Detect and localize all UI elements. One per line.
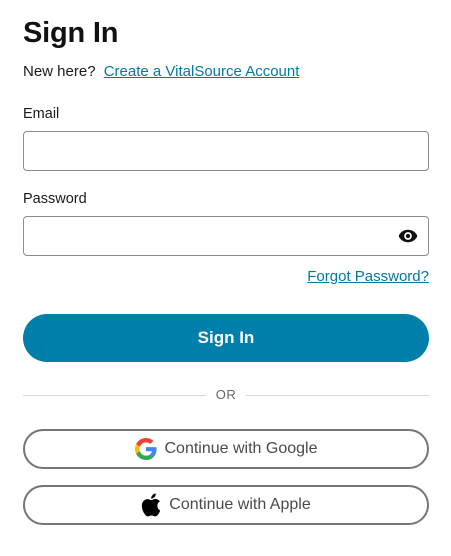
- divider-line-right: [246, 395, 429, 396]
- google-button-label: Continue with Google: [164, 440, 318, 457]
- continue-with-google-button[interactable]: Continue with Google: [23, 429, 429, 469]
- password-field[interactable]: [24, 217, 428, 255]
- password-field-container: [23, 216, 429, 256]
- page-title: Sign In: [23, 17, 119, 49]
- apple-button-label: Continue with Apple: [169, 496, 311, 513]
- or-divider: OR: [23, 386, 429, 404]
- new-here-row: New here? Create a VitalSource Account: [23, 63, 299, 80]
- apple-icon: [141, 493, 161, 517]
- forgot-password-link[interactable]: Forgot Password?: [307, 268, 429, 285]
- new-here-text: New here?: [23, 63, 96, 80]
- password-label: Password: [23, 191, 87, 207]
- create-account-link[interactable]: Create a VitalSource Account: [104, 63, 300, 80]
- google-icon: [134, 438, 157, 460]
- eye-icon[interactable]: [398, 227, 418, 245]
- email-label: Email: [23, 106, 60, 122]
- email-field[interactable]: [24, 132, 428, 170]
- continue-with-apple-button[interactable]: Continue with Apple: [23, 485, 429, 525]
- sign-in-button[interactable]: Sign In: [23, 314, 429, 362]
- email-field-container: [23, 131, 429, 171]
